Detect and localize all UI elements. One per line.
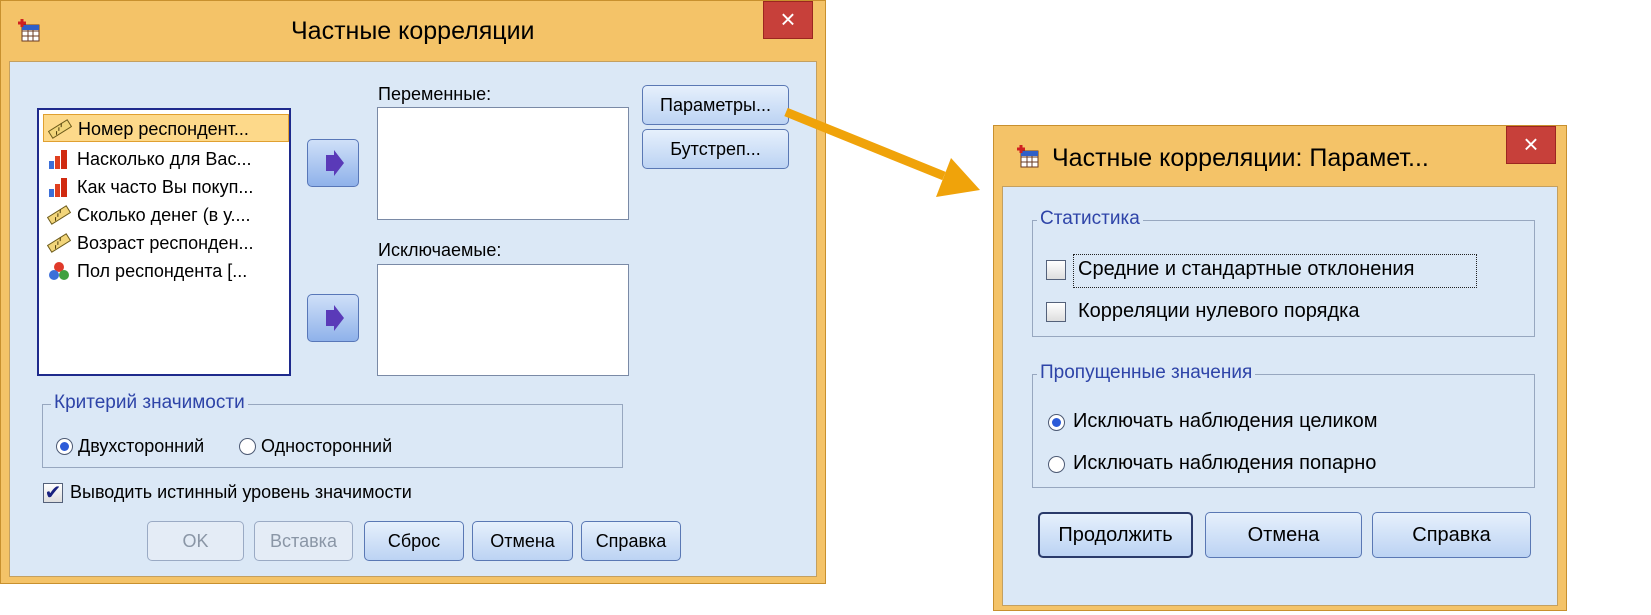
one-tailed-label[interactable]: Односторонний [261,436,392,457]
options-dialog: Частные корреляции: Парамет... × Статист… [993,125,1567,611]
options-title-bar[interactable]: Частные корреляции: Парамет... × [994,126,1566,186]
variables-target-list[interactable] [377,107,629,220]
list-item[interactable]: Насколько для Вас... [43,145,289,173]
display-significance-checkbox[interactable]: ✔ [43,483,63,503]
zero-order-checkbox[interactable] [1046,302,1066,322]
list-item[interactable]: Как часто Вы покуп... [43,173,289,201]
list-item-label: Возраст респонден... [77,233,254,253]
nominal-circles-icon [49,262,69,280]
means-sd-checkbox[interactable] [1046,260,1066,280]
move-to-variables-button[interactable] [307,139,359,187]
reset-button[interactable]: Сброс [364,521,464,561]
move-to-controlling-button[interactable] [307,294,359,342]
controlling-target-list[interactable] [377,264,629,376]
controlling-label: Исключаемые: [378,240,502,260]
source-variable-list[interactable]: Номер респондент... Насколько для Вас...… [37,108,291,376]
move-arrow-icon [326,150,344,176]
spss-app-icon [18,19,40,42]
ordinal-bar-icon [49,178,67,197]
group-title: Пропущенные значения [1037,362,1256,384]
group-title: Критерий значимости [51,392,248,414]
list-item[interactable]: Возраст респонден... [43,229,289,257]
paste-button[interactable]: Вставка [254,521,353,561]
pairwise-radio[interactable] [1048,456,1065,473]
variables-label: Переменные: [378,84,492,104]
spss-app-icon [1017,145,1039,168]
list-item-label: Как часто Вы покуп... [77,177,254,197]
options-cancel-button[interactable]: Отмена [1205,512,1362,558]
close-button[interactable]: × [763,1,813,39]
listwise-radio[interactable] [1048,414,1065,431]
options-client-area: Статистика Средние и стандартные отклоне… [1002,186,1558,606]
list-item[interactable]: Номер респондент... [43,114,289,142]
move-arrow-icon [326,305,344,331]
list-item-label: Пол респондента [... [77,261,248,281]
continue-button[interactable]: Продолжить [1038,512,1193,558]
ordinal-bar-icon [49,150,67,169]
dialog-title: Частные корреляции [291,17,535,45]
two-tailed-radio[interactable] [56,438,73,455]
options-dialog-title: Частные корреляции: Парамет... [1052,144,1429,172]
missing-values-group: Пропущенные значения Исключать наблюдени… [1032,362,1535,488]
partial-correlations-dialog: Частные корреляции × Номер респондент...… [0,0,826,584]
test-of-significance-group: Критерий значимости Двухсторонний Одност… [42,392,623,468]
scale-ruler-icon [48,119,72,139]
listwise-label[interactable]: Исключать наблюдения целиком [1073,410,1378,433]
pairwise-label[interactable]: Исключать наблюдения попарно [1073,452,1376,475]
group-title: Статистика [1037,208,1143,230]
list-item[interactable]: Сколько денег (в у.... [43,201,289,229]
title-bar[interactable]: Частные корреляции × [1,1,825,61]
ok-button[interactable]: OK [147,521,244,561]
options-button[interactable]: Параметры... [642,85,789,125]
two-tailed-label[interactable]: Двухсторонний [78,436,204,457]
zero-order-label[interactable]: Корреляции нулевого порядка [1078,300,1359,323]
cancel-button[interactable]: Отмена [472,521,573,561]
statistics-group: Статистика Средние и стандартные отклоне… [1032,208,1535,337]
means-sd-label[interactable]: Средние и стандартные отклонения [1078,258,1414,281]
list-item-label: Сколько денег (в у.... [77,205,251,225]
one-tailed-radio[interactable] [239,438,256,455]
bootstrap-button[interactable]: Бутстреп... [642,129,789,169]
list-item[interactable]: Пол респондента [... [43,257,289,285]
options-close-button[interactable]: × [1506,126,1556,164]
scale-ruler-icon [47,233,71,253]
scale-ruler-icon [47,205,71,225]
dialog-client-area: Номер респондент... Насколько для Вас...… [9,61,817,577]
help-button[interactable]: Справка [581,521,681,561]
list-item-label: Номер респондент... [78,119,249,139]
list-item-label: Насколько для Вас... [77,149,252,169]
options-help-button[interactable]: Справка [1372,512,1531,558]
display-significance-label[interactable]: Выводить истинный уровень значимости [70,482,412,503]
